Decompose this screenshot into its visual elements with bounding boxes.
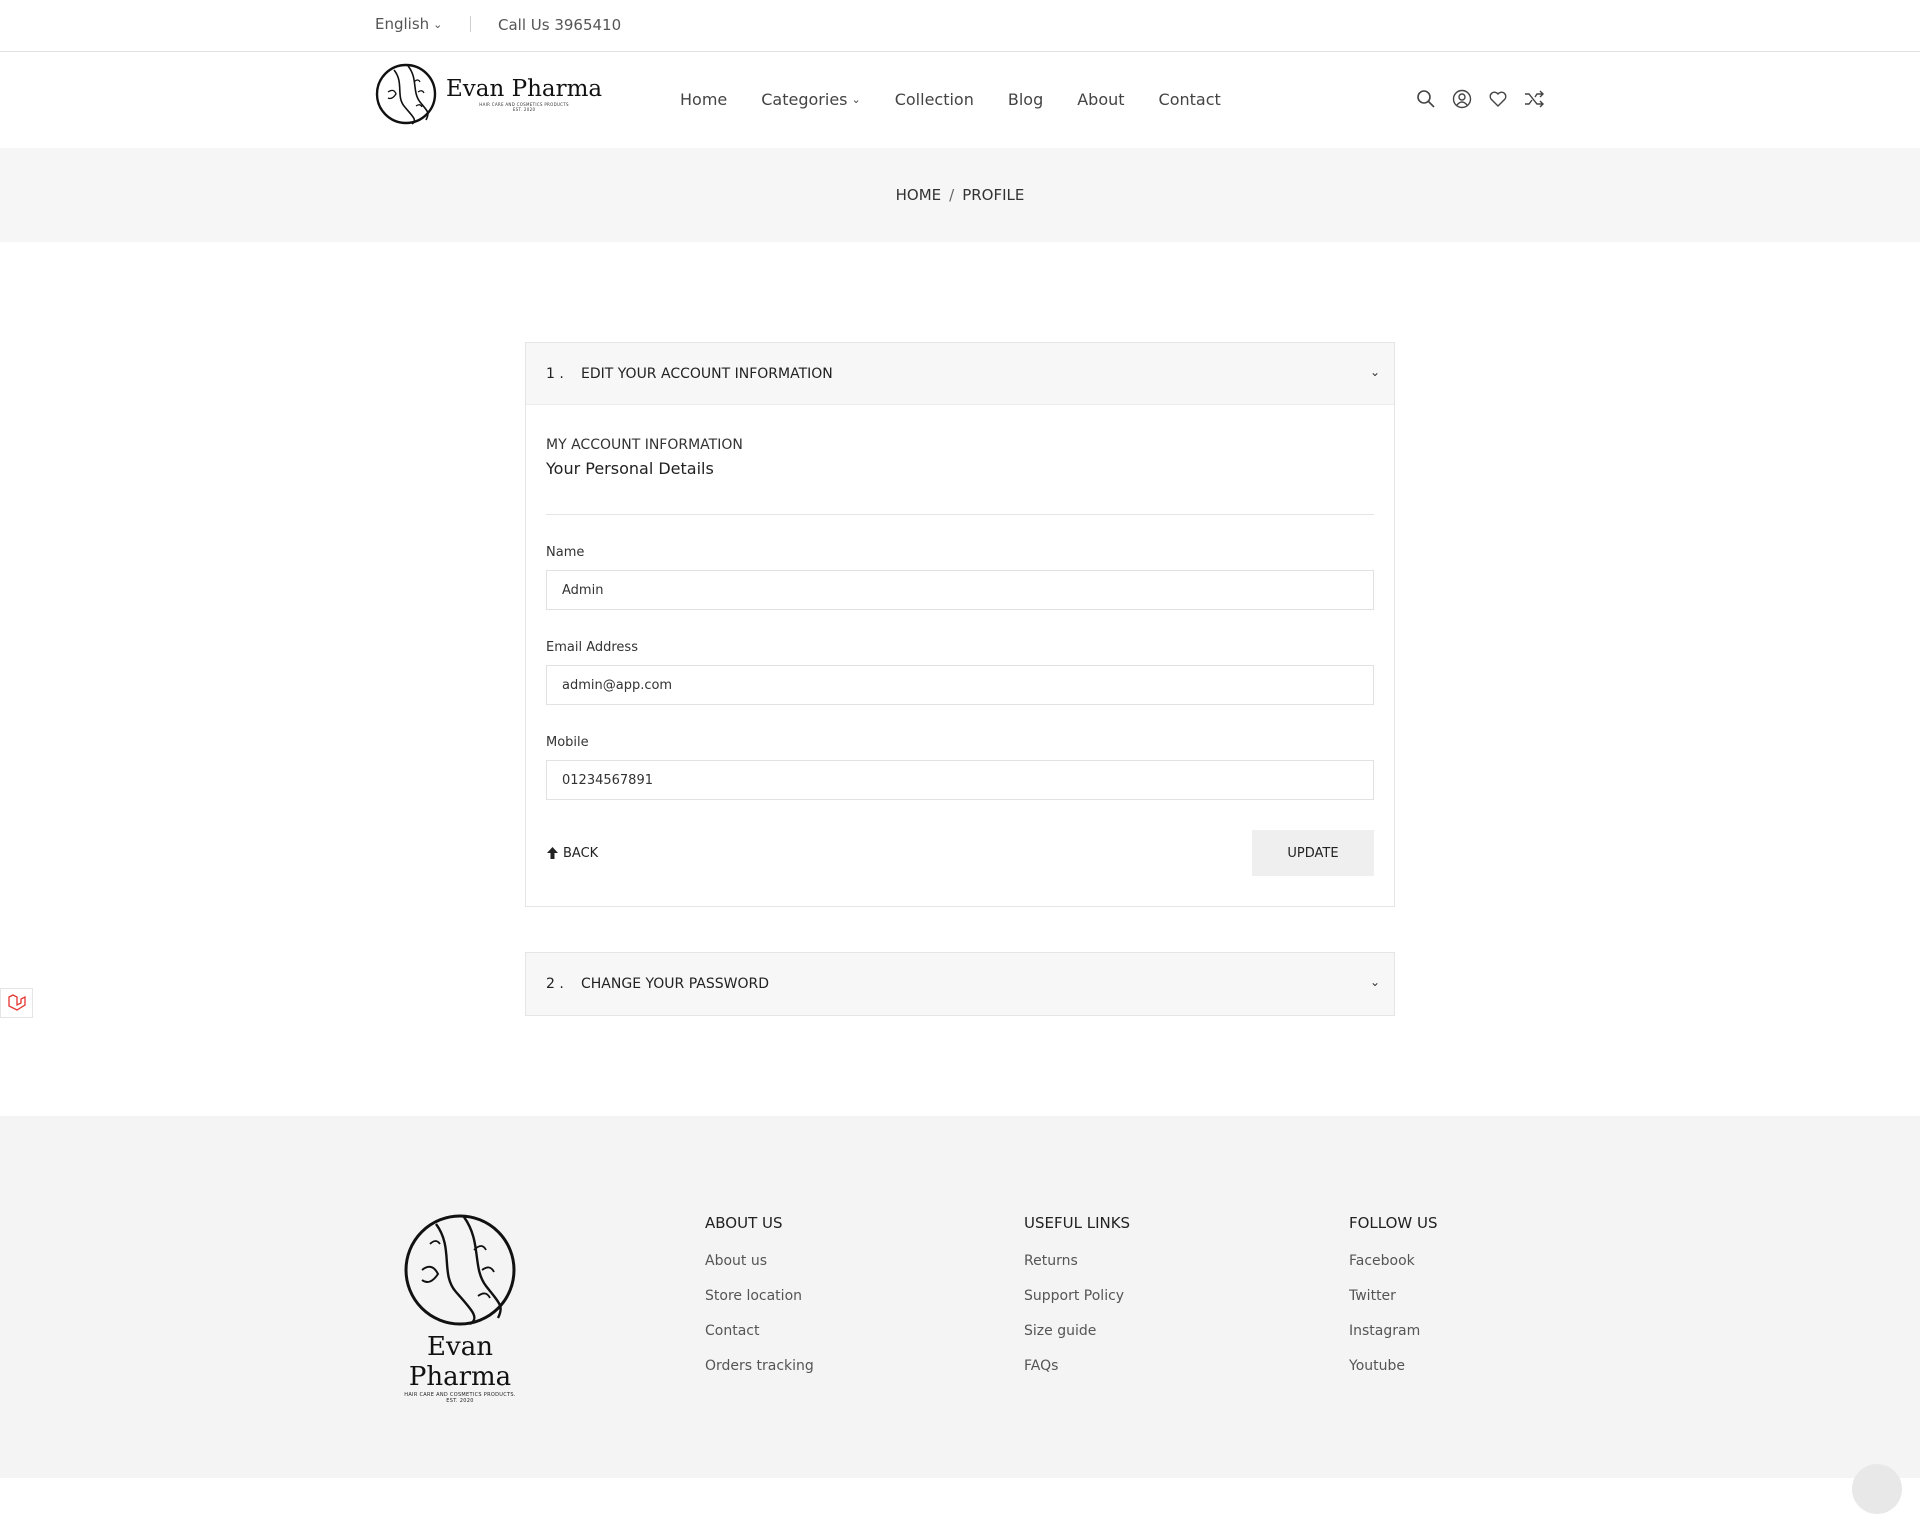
nav-contact[interactable]: Contact bbox=[1159, 90, 1221, 109]
breadcrumb-banner: HOME / PROFILE bbox=[0, 148, 1920, 242]
section-subtitle: Your Personal Details bbox=[546, 459, 714, 478]
mobile-field[interactable] bbox=[546, 760, 1374, 800]
main-nav: Home Categories ⌄ Collection Blog About C… bbox=[680, 90, 1255, 109]
account-info-form: MY ACCOUNT INFORMATION Your Personal Det… bbox=[526, 405, 1394, 906]
header-icons bbox=[1415, 88, 1545, 110]
chevron-down-icon: ⌄ bbox=[433, 17, 443, 31]
account-info-panel: 1 . EDIT YOUR ACCOUNT INFORMATION ⌄ MY A… bbox=[525, 342, 1395, 907]
brand-name: Evan Pharma bbox=[446, 76, 603, 102]
nav-home-label: Home bbox=[680, 90, 728, 109]
chevron-down-icon: ⌄ bbox=[1369, 975, 1380, 989]
breadcrumb-home[interactable]: HOME bbox=[896, 186, 942, 204]
breadcrumb: HOME / PROFILE bbox=[896, 186, 1025, 204]
footer-link-faqs[interactable]: FAQs bbox=[1024, 1357, 1130, 1376]
search-icon[interactable] bbox=[1415, 88, 1437, 110]
arrow-up-icon bbox=[547, 847, 558, 859]
logo[interactable]: Evan Pharma HAIR CARE AND COSMETICS PROD… bbox=[374, 62, 602, 126]
nav-blog[interactable]: Blog bbox=[1008, 90, 1043, 109]
call-us-text: Call Us 3965410 bbox=[498, 16, 622, 34]
update-button[interactable]: UPDATE bbox=[1252, 830, 1374, 876]
footer-link-contact[interactable]: Contact bbox=[705, 1322, 814, 1341]
laravel-icon bbox=[7, 994, 26, 1011]
panel-number: 1 . bbox=[546, 365, 564, 382]
footer-logo[interactable]: Evan Pharma HAIR CARE AND COSMETICS PROD… bbox=[374, 1214, 546, 1404]
footer-about-heading: ABOUT US bbox=[705, 1214, 783, 1232]
footer-follow-heading: FOLLOW US bbox=[1349, 1214, 1438, 1232]
scroll-to-top-button[interactable] bbox=[1852, 1464, 1902, 1514]
nav-home[interactable]: Home bbox=[680, 90, 727, 109]
shuffle-icon[interactable] bbox=[1523, 88, 1545, 110]
heart-icon[interactable] bbox=[1487, 88, 1509, 110]
footer-link-returns[interactable]: Returns bbox=[1024, 1252, 1130, 1271]
password-panel: 2 . CHANGE YOUR PASSWORD ⌄ bbox=[525, 952, 1395, 1016]
logo-emblem-icon bbox=[404, 1214, 516, 1326]
chevron-down-icon: ⌄ bbox=[1369, 365, 1380, 379]
footer-useful-heading: USEFUL LINKS bbox=[1024, 1214, 1131, 1232]
footer-link-facebook[interactable]: Facebook bbox=[1349, 1252, 1438, 1271]
footer-link-support-policy[interactable]: Support Policy bbox=[1024, 1287, 1130, 1306]
name-label: Name bbox=[546, 545, 585, 560]
panel-number: 2 . bbox=[546, 976, 564, 992]
footer-link-twitter[interactable]: Twitter bbox=[1349, 1287, 1438, 1306]
breadcrumb-current: PROFILE bbox=[962, 186, 1025, 204]
footer-about-column: ABOUT US About us Store location Contact… bbox=[705, 1214, 814, 1392]
back-button[interactable]: BACK bbox=[546, 846, 598, 861]
mobile-label: Mobile bbox=[546, 735, 589, 750]
language-label: English bbox=[375, 15, 430, 33]
password-panel-header[interactable]: 2 . CHANGE YOUR PASSWORD ⌄ bbox=[526, 953, 1394, 1015]
user-icon[interactable] bbox=[1451, 88, 1473, 110]
nav-blog-label: Blog bbox=[1007, 90, 1044, 109]
nav-about[interactable]: About bbox=[1077, 90, 1124, 109]
panel-title: EDIT YOUR ACCOUNT INFORMATION bbox=[581, 365, 833, 382]
chevron-down-icon: ⌄ bbox=[851, 93, 861, 106]
panel-title: CHANGE YOUR PASSWORD bbox=[581, 976, 769, 992]
site-footer: Evan Pharma HAIR CARE AND COSMETICS PROD… bbox=[0, 1116, 1920, 1478]
footer-link-youtube[interactable]: Youtube bbox=[1349, 1357, 1438, 1376]
brand-est: EST. 2020 bbox=[512, 107, 536, 112]
footer-link-size-guide[interactable]: Size guide bbox=[1024, 1322, 1130, 1341]
nav-categories[interactable]: Categories ⌄ bbox=[761, 90, 860, 109]
footer-link-instagram[interactable]: Instagram bbox=[1349, 1322, 1438, 1341]
nav-categories-label: Categories bbox=[761, 90, 848, 109]
debug-badge[interactable] bbox=[0, 988, 33, 1018]
divider bbox=[470, 16, 471, 32]
nav-collection-label: Collection bbox=[894, 90, 974, 109]
footer-brand-name: Evan Pharma bbox=[408, 1332, 512, 1392]
breadcrumb-separator: / bbox=[949, 186, 955, 204]
language-selector[interactable]: English ⌄ bbox=[375, 15, 442, 33]
name-field[interactable] bbox=[546, 570, 1374, 610]
footer-brand-est: EST. 2020 bbox=[446, 1398, 474, 1404]
nav-collection[interactable]: Collection bbox=[895, 90, 974, 109]
email-field[interactable] bbox=[546, 665, 1374, 705]
footer-follow-column: FOLLOW US Facebook Twitter Instagram You… bbox=[1349, 1214, 1438, 1392]
email-label: Email Address bbox=[546, 640, 638, 655]
top-bar: English ⌄ Call Us 3965410 bbox=[0, 0, 1920, 52]
back-label: BACK bbox=[563, 845, 599, 861]
account-info-panel-header[interactable]: 1 . EDIT YOUR ACCOUNT INFORMATION ⌄ bbox=[526, 343, 1394, 405]
logo-emblem-icon bbox=[375, 63, 437, 125]
nav-contact-label: Contact bbox=[1158, 90, 1221, 109]
divider bbox=[546, 514, 1374, 515]
footer-link-orders-tracking[interactable]: Orders tracking bbox=[705, 1357, 814, 1376]
section-title: MY ACCOUNT INFORMATION bbox=[546, 437, 743, 453]
form-actions: BACK UPDATE bbox=[546, 830, 1374, 876]
site-header: Evan Pharma HAIR CARE AND COSMETICS PROD… bbox=[0, 52, 1920, 148]
footer-link-store-location[interactable]: Store location bbox=[705, 1287, 814, 1306]
nav-about-label: About bbox=[1077, 90, 1125, 109]
footer-link-about-us[interactable]: About us bbox=[705, 1252, 814, 1271]
footer-useful-column: USEFUL LINKS Returns Support Policy Size… bbox=[1024, 1214, 1130, 1392]
